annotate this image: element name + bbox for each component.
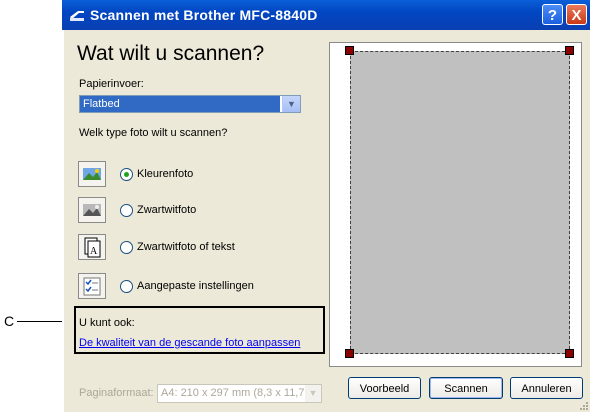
page-title: Wat wilt u scannen?	[77, 42, 265, 65]
close-button[interactable]: X	[566, 4, 587, 25]
text-document-icon[interactable]: A	[78, 234, 106, 260]
custom-settings-icon[interactable]	[78, 273, 106, 299]
paper-source-select[interactable]: Flatbed ▼	[79, 95, 301, 113]
chevron-down-icon[interactable]: ▼	[305, 385, 321, 402]
also-label: U kunt ook:	[79, 317, 135, 329]
crop-handle-bottom-right[interactable]	[565, 349, 574, 358]
chevron-down-icon[interactable]: ▼	[282, 96, 300, 112]
resize-grip-icon[interactable]	[578, 400, 588, 410]
radio-grayscale-photo[interactable]	[120, 204, 133, 217]
scan-dialog: Scannen met Brother MFC-8840D ? X Wat wi…	[62, 0, 590, 412]
preview-panel	[329, 42, 582, 367]
callout-label: C	[4, 313, 15, 329]
scan-area[interactable]	[350, 51, 570, 354]
page-size-select[interactable]: A4: 210 x 297 mm (8,3 x 11,7 ▼	[157, 384, 322, 403]
color-photo-icon[interactable]	[78, 161, 106, 187]
radio-color-photo[interactable]	[120, 168, 133, 181]
help-button[interactable]: ?	[542, 4, 563, 25]
option-label-grayscale-photo[interactable]: Zwartwitfoto	[137, 204, 196, 216]
paper-source-label: Papierinvoer:	[79, 78, 144, 90]
photo-type-question: Welk type foto wilt u scannen?	[79, 127, 228, 139]
radio-custom[interactable]	[120, 280, 133, 293]
page-size-value: A4: 210 x 297 mm (8,3 x 11,7	[161, 387, 305, 399]
option-label-custom[interactable]: Aangepaste instellingen	[137, 280, 254, 292]
radio-text[interactable]	[120, 241, 133, 254]
crop-handle-top-left[interactable]	[345, 46, 354, 55]
option-label-text[interactable]: Zwartwitfoto of tekst	[137, 241, 235, 253]
page-size-label: Paginaformaat:	[79, 387, 154, 399]
svg-text:A: A	[90, 246, 98, 257]
paper-source-value: Flatbed	[80, 96, 280, 112]
title-bar[interactable]: Scannen met Brother MFC-8840D ? X	[62, 0, 590, 30]
dialog-body: Wat wilt u scannen? Papierinvoer: Flatbe…	[64, 30, 590, 412]
scan-button[interactable]: Scannen	[429, 377, 503, 399]
callout-line	[17, 321, 62, 322]
crop-handle-bottom-left[interactable]	[345, 349, 354, 358]
scanner-app-icon	[70, 11, 84, 21]
cancel-button[interactable]: Annuleren	[510, 377, 583, 399]
quality-adjust-link[interactable]: De kwaliteit van de gescande foto aanpas…	[79, 337, 300, 349]
preview-button[interactable]: Voorbeeld	[348, 377, 421, 399]
window-title: Scannen met Brother MFC-8840D	[90, 7, 318, 23]
grayscale-photo-icon[interactable]	[78, 197, 106, 223]
crop-handle-top-right[interactable]	[565, 46, 574, 55]
option-label-color-photo[interactable]: Kleurenfoto	[137, 168, 193, 180]
